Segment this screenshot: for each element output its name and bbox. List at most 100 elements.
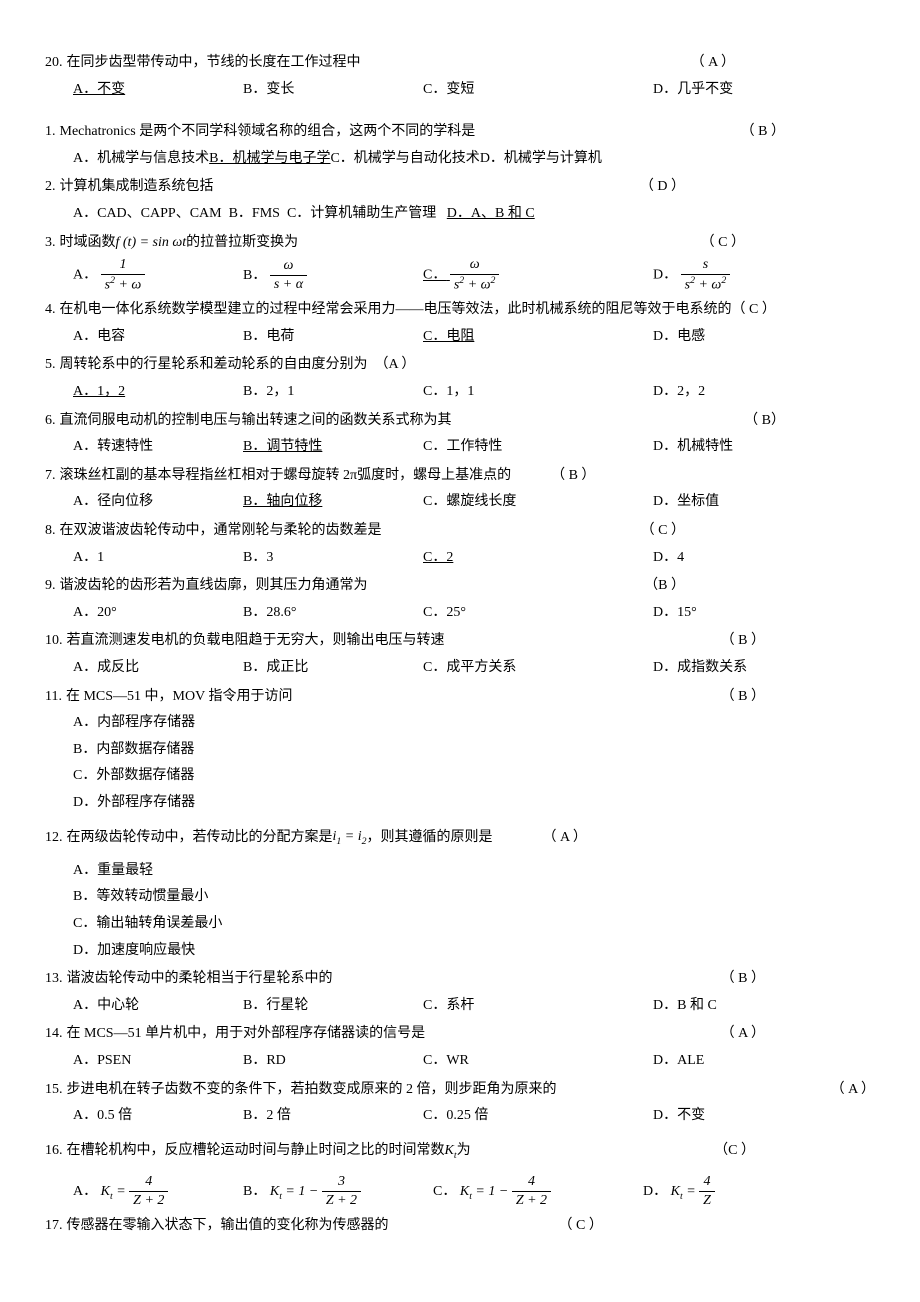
option-b: B．3 bbox=[243, 545, 423, 572]
q-num: 14. bbox=[45, 1021, 63, 1048]
option-b: B．机械学与电子学 bbox=[209, 151, 330, 166]
q-num: 9. bbox=[45, 573, 56, 600]
option-d: D．4 bbox=[653, 545, 684, 572]
q-text: 步进电机在转子齿数不变的条件下，若拍数变成原来的 2 倍，则步距角为原来的 bbox=[67, 1077, 557, 1104]
option-b: B．内部数据存储器 bbox=[73, 737, 875, 764]
option-b: B．成正比 bbox=[243, 655, 423, 682]
q-text-pre: 在槽轮机构中，反应槽轮运动时间与静止时间之比的时间常数 bbox=[67, 1138, 445, 1165]
question-17: 17. 传感器在零输入状态下，输出值的变化称为传感器的 （ C ） bbox=[45, 1213, 875, 1240]
q-text: 在 MCS—51 单片机中，用于对外部程序存储器读的信号是 bbox=[67, 1021, 426, 1048]
q-num: 16. bbox=[45, 1138, 63, 1165]
option-c: C．成平方关系 bbox=[423, 655, 653, 682]
question-14: 14. 在 MCS—51 单片机中，用于对外部程序存储器读的信号是 （ A ） … bbox=[45, 1021, 875, 1074]
answer-label: （ B ） bbox=[741, 119, 785, 146]
option-a: A．成反比 bbox=[73, 655, 243, 682]
option-b: B．电荷 bbox=[243, 324, 423, 351]
q-text: 直流伺服电动机的控制电压与输出转速之间的函数关系式称为其 bbox=[60, 408, 452, 435]
option-d: D．不变 bbox=[653, 1103, 705, 1130]
option-c: C．2 bbox=[423, 545, 653, 572]
option-c: C．WR bbox=[423, 1048, 653, 1075]
q-text: 若直流测速发电机的负载电阻趋于无穷大，则输出电压与转速 bbox=[67, 628, 445, 655]
q-num: 3. bbox=[45, 230, 56, 257]
option-c: C．机械学与自动化技术 bbox=[330, 151, 479, 166]
q-num: 11. bbox=[45, 684, 62, 711]
q-text: 周转轮系中的行星轮系和差动轮系的自由度分别为 bbox=[60, 352, 368, 379]
question-9: 9. 谐波齿轮的齿形若为直线齿廓，则其压力角通常为 （B ） A．20° B．2… bbox=[45, 573, 875, 626]
option-a: A．机械学与信息技术 bbox=[73, 151, 209, 166]
q-num: 5. bbox=[45, 352, 56, 379]
q-text: 在机电一体化系统数学模型建立的过程中经常会采用力——电压等效法，此时机械系统的阻… bbox=[60, 297, 732, 324]
option-c: C．0.25 倍 bbox=[423, 1103, 653, 1130]
option-a: A．0.5 倍 bbox=[73, 1103, 243, 1130]
q-num: 6. bbox=[45, 408, 56, 435]
question-1: 1. Mechatronics 是两个不同学科领域名称的组合，这两个不同的学科是… bbox=[45, 119, 875, 172]
question-11: 11. 在 MCS—51 中，MOV 指令用于访问 （ B ） A．内部程序存储… bbox=[45, 684, 875, 817]
option-d: D．外部程序存储器 bbox=[73, 790, 875, 817]
option-a: A．1，2 bbox=[73, 379, 243, 406]
option-a: A．PSEN bbox=[73, 1048, 243, 1075]
answer-label: （ B） bbox=[744, 408, 785, 435]
option-a: A．20° bbox=[73, 600, 243, 627]
option-c: C．螺旋线长度 bbox=[423, 489, 653, 516]
question-6: 6. 直流伺服电动机的控制电压与输出转速之间的函数关系式称为其 （ B） A．转… bbox=[45, 408, 875, 461]
q-text: 在 MCS—51 中，MOV 指令用于访问 bbox=[66, 684, 293, 711]
q-text: 计算机集成制造系统包括 bbox=[60, 174, 214, 201]
option-d: D．2，2 bbox=[653, 379, 705, 406]
question-4: 4. 在机电一体化系统数学模型建立的过程中经常会采用力——电压等效法，此时机械系… bbox=[45, 297, 875, 350]
answer-label: （ C ） bbox=[732, 297, 776, 324]
option-b: B．2 倍 bbox=[243, 1103, 423, 1130]
option-d: D． Kt = 4Z bbox=[643, 1173, 715, 1210]
question-5: 5. 周转轮系中的行星轮系和差动轮系的自由度分别为 （A ） A．1，2 B．2… bbox=[45, 352, 875, 405]
q-text: 在双波谐波齿轮传动中，通常刚轮与柔轮的齿数差是 bbox=[60, 518, 382, 545]
option-d: D．机械特性 bbox=[653, 434, 733, 461]
q-num: 8. bbox=[45, 518, 56, 545]
answer-label: （ B ） bbox=[721, 684, 765, 711]
question-16: 16. 在槽轮机构中，反应槽轮运动时间与静止时间之比的时间常数 Kt 为 （C … bbox=[45, 1138, 875, 1211]
formula-i1i2: i1 = i2 bbox=[333, 824, 367, 851]
option-b: B．28.6° bbox=[243, 600, 423, 627]
option-d: D．加速度响应最快 bbox=[73, 938, 875, 965]
question-12: 12. 在两级齿轮传动中，若传动比的分配方案是 i1 = i2 ，则其遵循的原则… bbox=[45, 824, 875, 964]
answer-label: （ A ） bbox=[691, 50, 735, 77]
option-a: A．内部程序存储器 bbox=[73, 710, 875, 737]
formula-ft: f (t) = sin ωt bbox=[116, 230, 187, 257]
option-a: A．转速特性 bbox=[73, 434, 243, 461]
q-num: 15. bbox=[45, 1077, 63, 1104]
q-text-post: 为 bbox=[457, 1138, 471, 1165]
option-c: C． ωs2 + ω2 bbox=[423, 256, 653, 295]
answer-label: （ B ） bbox=[721, 628, 765, 655]
option-b: B．行星轮 bbox=[243, 993, 423, 1020]
answer-label: （ C ） bbox=[559, 1213, 603, 1240]
question-8: 8. 在双波谐波齿轮传动中，通常刚轮与柔轮的齿数差是 （ C ） A．1 B．3… bbox=[45, 518, 875, 571]
q-num: 7. bbox=[45, 463, 56, 490]
option-a: A．中心轮 bbox=[73, 993, 243, 1020]
option-d: D．成指数关系 bbox=[653, 655, 747, 682]
option-b: B． Kt = 1 − 3Z + 2 bbox=[243, 1173, 433, 1210]
option-a: A．1 bbox=[73, 545, 243, 572]
option-a: A． 1s2 + ω bbox=[73, 256, 243, 295]
question-13: 13. 谐波齿轮传动中的柔轮相当于行星轮系中的 （ B ） A．中心轮 B．行星… bbox=[45, 966, 875, 1019]
answer-label: （ A ） bbox=[543, 825, 587, 852]
q-num: 2. bbox=[45, 174, 56, 201]
option-c: C．外部数据存储器 bbox=[73, 763, 875, 790]
option-b: B．变长 bbox=[243, 77, 423, 104]
option-a: A．电容 bbox=[73, 324, 243, 351]
answer-label: （A ） bbox=[375, 352, 416, 379]
option-d: D．B 和 C bbox=[653, 993, 717, 1020]
q-text: 在同步齿型带传动中，节线的长度在工作过程中 bbox=[67, 50, 361, 77]
option-b: B．2，1 bbox=[243, 379, 423, 406]
option-b: B．FMS bbox=[229, 206, 280, 221]
answer-label: （C ） bbox=[714, 1138, 755, 1165]
option-b: B．等效转动惯量最小 bbox=[73, 884, 875, 911]
formula-kt: Kt bbox=[445, 1138, 457, 1165]
option-d: D．坐标值 bbox=[653, 489, 719, 516]
answer-label: （ A ） bbox=[831, 1077, 875, 1104]
q-text-post: 的拉普拉斯变换为 bbox=[186, 230, 298, 257]
q-num: 17. bbox=[45, 1213, 63, 1240]
option-c: C． Kt = 1 − 4Z + 2 bbox=[433, 1173, 643, 1210]
option-a: A．CAD、CAPP、CAM bbox=[73, 206, 222, 221]
option-a: A．不变 bbox=[73, 77, 243, 104]
option-d: D．A、B 和 C bbox=[447, 206, 535, 221]
option-b: B． ωs + α bbox=[243, 257, 423, 294]
q-num: 13. bbox=[45, 966, 63, 993]
